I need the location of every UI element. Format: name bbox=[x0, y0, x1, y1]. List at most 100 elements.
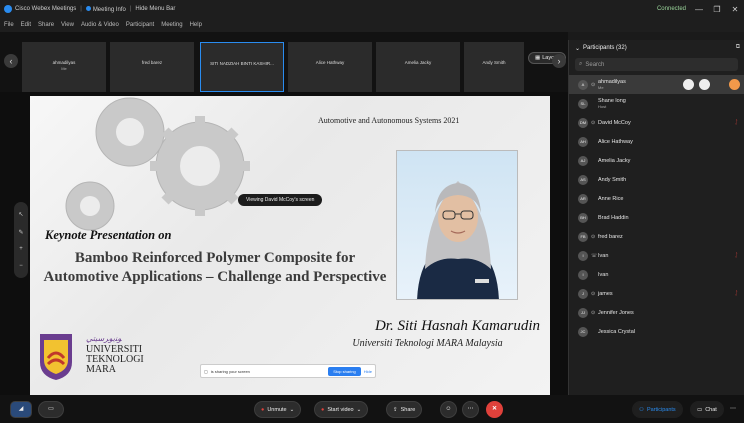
annotation-toolbar: ↖ ✎ + − bbox=[14, 202, 28, 278]
video-tile[interactable]: Andy Smith bbox=[464, 42, 524, 92]
talk-title: Bamboo Reinforced Polymer Composite for … bbox=[43, 250, 387, 285]
university-jawi-script: ﻮﻨﻳﻮﺮﺳﻴﺘﻲ bbox=[86, 334, 122, 343]
list-item[interactable]: JC Jessica Crystal bbox=[569, 322, 744, 341]
avatar: JJ bbox=[578, 307, 588, 318]
list-item[interactable]: DM ⊙ David McCoy ᛇ bbox=[569, 113, 744, 132]
title-bar: Cisco Webex Meetings | Meeting Info | Hi… bbox=[0, 0, 744, 18]
menu-help[interactable]: Help bbox=[190, 22, 202, 28]
menu-participant[interactable]: Participant bbox=[126, 22, 154, 28]
chevron-down-icon: ⌄ bbox=[289, 406, 295, 413]
leave-meeting-button[interactable]: ✕ bbox=[486, 401, 503, 418]
audio-icon: ⊙ bbox=[591, 309, 596, 316]
video-tile[interactable]: fred barez bbox=[110, 42, 194, 92]
strip-next-button[interactable]: › bbox=[552, 54, 566, 68]
tile-name: Alice Hathway bbox=[315, 60, 345, 65]
title-separator: | bbox=[80, 6, 82, 12]
list-item[interactable]: A ⊙ ahmadilyas Me bbox=[569, 75, 744, 94]
participant-name: Alice Hathway bbox=[598, 138, 633, 145]
video-tile[interactable]: Amelia Jacky bbox=[376, 42, 460, 92]
hide-menu-bar-button[interactable]: Hide Menu Bar bbox=[135, 6, 175, 12]
unmute-button[interactable]: ● Unmute ⌄ bbox=[254, 401, 302, 418]
menu-view[interactable]: View bbox=[61, 22, 74, 28]
zoom-out-icon[interactable]: − bbox=[19, 263, 23, 269]
menu-meeting[interactable]: Meeting bbox=[161, 22, 182, 28]
strip-prev-button[interactable]: ‹ bbox=[4, 54, 18, 68]
list-item[interactable]: I Ivan bbox=[569, 265, 744, 284]
avatar: AR bbox=[578, 193, 588, 204]
university-name: ﻮﻨﻳﻮﺮﺳﻴﺘﻲ UNIVERSITI TEKNOLOGI MARA bbox=[86, 334, 144, 375]
search-field[interactable]: ⌕ Search bbox=[575, 58, 738, 71]
video-off-icon: ● bbox=[321, 406, 325, 413]
list-item[interactable]: BH Brad Haddin bbox=[569, 208, 744, 227]
muted-mic-icon: ᛇ bbox=[734, 252, 738, 259]
participant-role: Host bbox=[598, 104, 607, 109]
hide-button[interactable]: Hide bbox=[364, 369, 372, 374]
avatar: FB bbox=[578, 231, 588, 242]
close-button[interactable]: ✕ bbox=[730, 5, 740, 14]
list-item[interactable]: JJ ⊙ Jennifer Jones bbox=[569, 303, 744, 322]
more-options-icon[interactable] bbox=[729, 79, 740, 90]
avatar: J bbox=[578, 288, 588, 299]
viewing-screen-banner: Viewing David McCoy's screen bbox=[238, 194, 323, 206]
video-tile[interactable]: ahmadilyas Me bbox=[22, 42, 106, 92]
connection-status[interactable]: Connected bbox=[657, 6, 686, 12]
participant-name: Anne Rice bbox=[598, 195, 624, 202]
stop-sharing-button[interactable]: Stop sharing bbox=[328, 366, 361, 376]
more-panels-icon[interactable]: ⋯ bbox=[726, 401, 740, 418]
list-item[interactable]: J ⊙ james ᛇ bbox=[569, 284, 744, 303]
video-tile-active[interactable]: SITI NADZIAH BINTI KASHIR... bbox=[200, 42, 284, 92]
menu-audio-video[interactable]: Audio & Video bbox=[81, 22, 119, 28]
meeting-info-link[interactable]: Meeting Info bbox=[85, 5, 126, 13]
reactions-icon[interactable]: ☺ bbox=[440, 401, 457, 418]
menu-share[interactable]: Share bbox=[38, 22, 54, 28]
share-notification-text: is sharing your screen bbox=[210, 368, 250, 374]
list-item[interactable]: AJ Amelia Jacky bbox=[569, 151, 744, 170]
unmute-label: Unmute bbox=[267, 406, 287, 413]
conference-title: Automotive and Autonomous Systems 2021 bbox=[318, 116, 460, 125]
avatar: DM bbox=[578, 117, 588, 128]
captions-icon[interactable]: ▭ bbox=[38, 401, 64, 418]
tile-sub: Me bbox=[61, 66, 67, 71]
avatar: SL bbox=[578, 98, 588, 109]
app-title: Cisco Webex Meetings bbox=[15, 6, 77, 12]
minimize-button[interactable]: — bbox=[694, 5, 704, 14]
mic-muted-icon: ● bbox=[261, 406, 265, 413]
list-item[interactable]: SL Shane long Host bbox=[569, 94, 744, 113]
list-item[interactable]: AR Anne Rice bbox=[569, 189, 744, 208]
participant-name: james bbox=[598, 290, 613, 297]
pen-icon[interactable]: ✎ bbox=[18, 229, 23, 236]
webex-assistant-icon[interactable]: ◢ bbox=[10, 401, 32, 418]
restore-button[interactable]: ❐ bbox=[712, 5, 722, 14]
speaker-name: Dr. Siti Hasnah Kamarudin bbox=[374, 318, 540, 334]
participant-name: David McCoy bbox=[598, 119, 631, 126]
share-indicator-icon: ▢ bbox=[204, 368, 208, 374]
list-item[interactable]: I ☏ Ivan ᛇ bbox=[569, 246, 744, 265]
tile-name: fred barez bbox=[141, 60, 163, 65]
shared-screen: ↖ ✎ + − Automotive and Autonomous System… bbox=[0, 92, 568, 395]
share-label: Share bbox=[400, 406, 416, 413]
mute-toggle-icon[interactable] bbox=[683, 79, 694, 90]
chat-button[interactable]: ▭ Chat bbox=[690, 401, 724, 418]
speaker-affiliation: Universiti Teknologi MARA Malaysia bbox=[352, 338, 503, 349]
layout-icon: ▦ bbox=[535, 55, 541, 61]
list-item[interactable]: AS Andy Smith bbox=[569, 170, 744, 189]
video-toggle-icon[interactable] bbox=[699, 79, 710, 90]
zoom-in-icon[interactable]: + bbox=[19, 246, 23, 252]
video-tile[interactable]: Alice Hathway bbox=[288, 42, 372, 92]
more-icon[interactable]: ⋯ bbox=[462, 401, 479, 418]
participants-label: Participants bbox=[646, 406, 676, 413]
share-button[interactable]: ⇪ Share bbox=[386, 401, 423, 418]
participant-name: Andy Smith bbox=[598, 176, 627, 183]
participants-toggle-button[interactable]: ⚇ Participants bbox=[632, 401, 683, 418]
start-video-button[interactable]: ● Start video ⌄ bbox=[314, 401, 369, 418]
menu-file[interactable]: File bbox=[4, 22, 14, 28]
menu-edit[interactable]: Edit bbox=[21, 22, 31, 28]
participant-name-block: Shane long Host bbox=[598, 98, 626, 109]
collapse-icon[interactable]: ⌄ bbox=[575, 45, 580, 52]
pointer-icon[interactable]: ↖ bbox=[18, 211, 23, 218]
list-item[interactable]: FB ⊙ fred barez bbox=[569, 227, 744, 246]
participant-name-block: ahmadilyas Me bbox=[598, 79, 626, 90]
popout-icon[interactable]: ⧉ bbox=[736, 44, 740, 51]
list-item[interactable]: AH Alice Hathway bbox=[569, 132, 744, 151]
participant-name: Jessica Crystal bbox=[598, 328, 635, 335]
